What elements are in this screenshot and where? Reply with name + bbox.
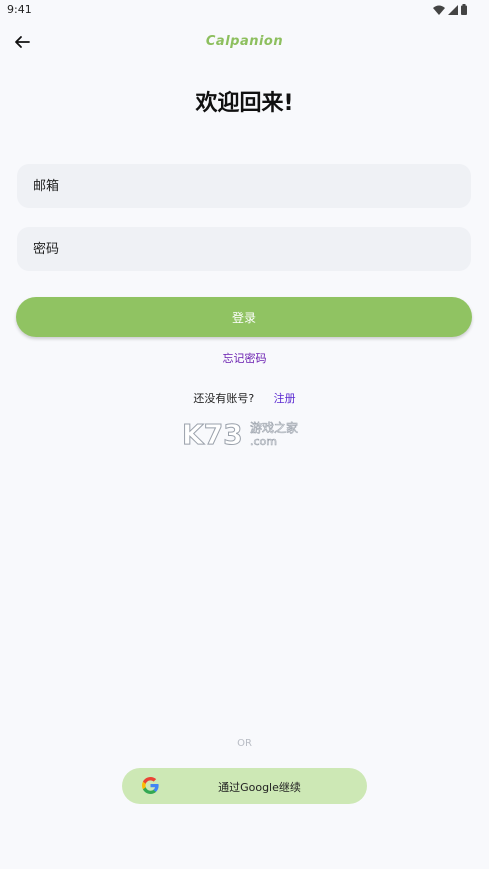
- wifi-icon: [433, 5, 445, 15]
- login-button[interactable]: 登录: [16, 297, 472, 337]
- app-bar: Calpanion: [0, 22, 489, 62]
- or-divider: OR: [237, 738, 252, 749]
- google-signin-button[interactable]: 通过Google继续: [122, 768, 367, 804]
- forgot-password-link[interactable]: 忘记密码: [0, 350, 489, 366]
- battery-icon: [461, 4, 467, 15]
- watermark-logo: K73 游戏之家 .com: [182, 418, 298, 448]
- register-link[interactable]: 注册: [274, 392, 296, 405]
- status-time: 9:41: [7, 3, 32, 16]
- app-logo: Calpanion: [205, 34, 284, 49]
- password-field[interactable]: [17, 227, 471, 271]
- signal-icon: [448, 4, 458, 15]
- watermark-domain: .com: [250, 435, 277, 448]
- watermark-text: K73: [182, 418, 243, 448]
- status-icons: [433, 4, 467, 15]
- no-account-text: 还没有账号?: [193, 392, 255, 405]
- google-signin-label: 通过Google继续: [218, 781, 301, 794]
- watermark-sub-text: 游戏之家: [250, 420, 298, 435]
- register-row: 还没有账号? 注册: [0, 390, 489, 406]
- page-title: 欢迎回来!: [195, 91, 294, 116]
- email-field[interactable]: [17, 164, 471, 208]
- status-bar: 9:41: [0, 0, 489, 22]
